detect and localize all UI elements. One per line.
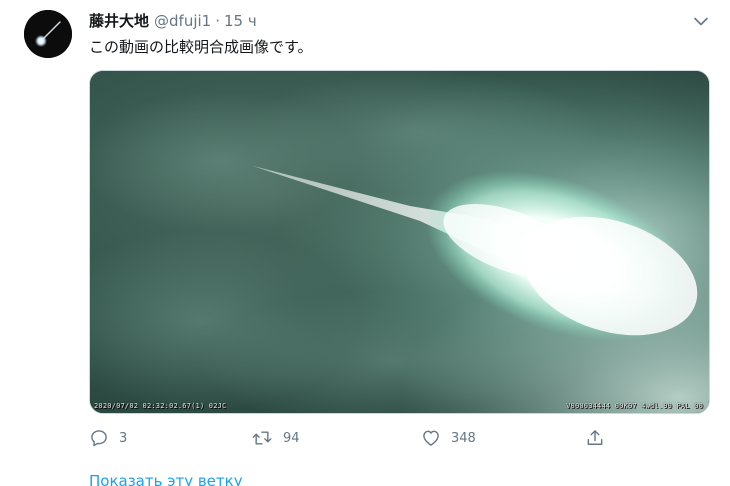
meteor-composite-image	[90, 71, 709, 413]
like-button[interactable]: 348	[421, 426, 476, 450]
share-icon	[587, 430, 603, 445]
reply-count: 3	[119, 430, 128, 446]
tweet-header: 藤井大地 @dfuji1 · 15 ч	[89, 10, 257, 32]
display-name[interactable]: 藤井大地	[89, 10, 149, 31]
video-osd-timestamp: 2020/07/02 02:32:02.67(1) 02JC	[94, 402, 227, 410]
like-count: 348	[451, 430, 476, 446]
retweet-icon	[252, 431, 272, 445]
tweet-media-image[interactable]: 2020/07/02 02:32:02.67(1) 02JC V00003444…	[89, 70, 710, 414]
retweet-button[interactable]: 94	[251, 426, 300, 450]
user-handle[interactable]: @dfuji1	[154, 12, 211, 30]
retweet-count: 94	[283, 430, 300, 446]
show-thread-link[interactable]: Показать эту ветку	[89, 472, 243, 486]
tweet-timestamp[interactable]: 15 ч	[224, 12, 257, 30]
separator-dot: ·	[215, 12, 220, 30]
avatar[interactable]	[24, 10, 72, 58]
video-osd-info: V000034444 00K07 4wdl.99 PAL 00	[566, 402, 703, 410]
reply-icon	[91, 430, 107, 447]
tweet-text: この動画の比較明合成画像です。	[89, 38, 313, 56]
chevron-down-icon[interactable]	[692, 12, 710, 30]
reply-button[interactable]: 3	[89, 426, 127, 450]
heart-icon	[423, 430, 439, 446]
tweet-actions: 3 94 348	[89, 426, 710, 450]
share-button[interactable]	[585, 426, 605, 450]
meteor-avatar-icon	[24, 10, 72, 58]
